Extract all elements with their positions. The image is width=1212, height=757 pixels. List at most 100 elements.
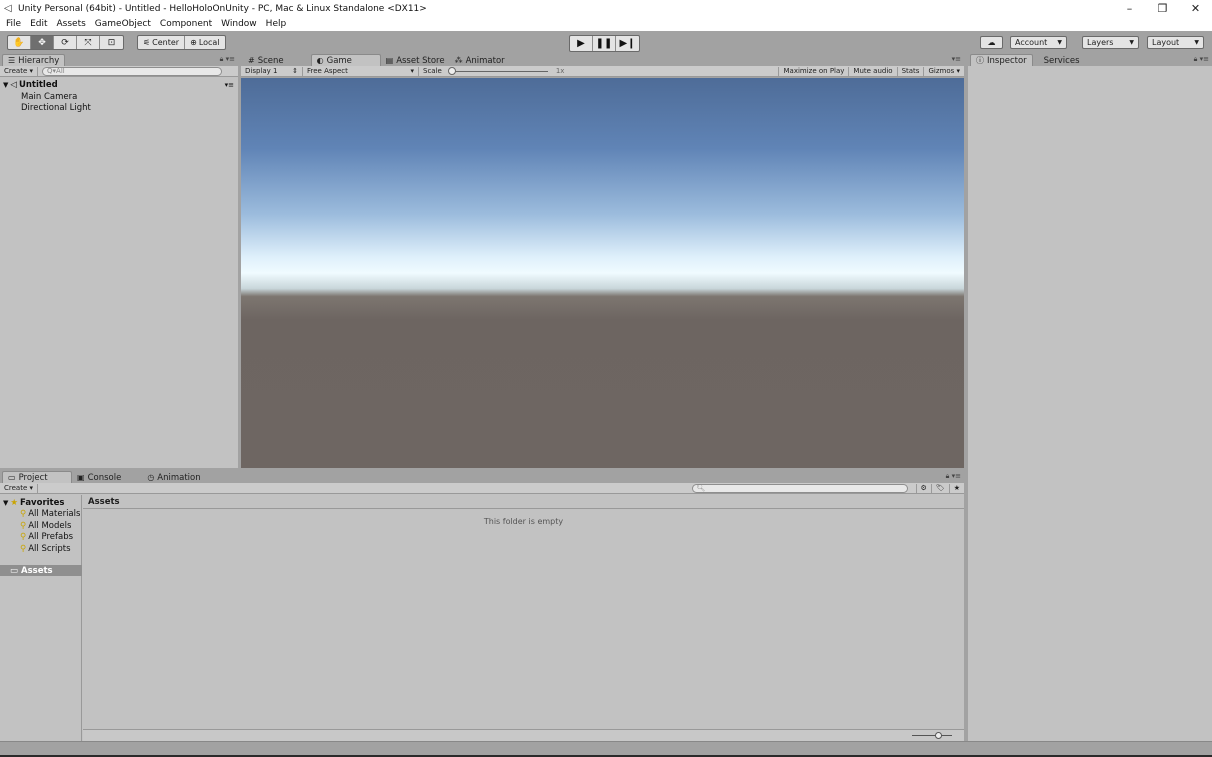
scene-menu-icon[interactable]: ▾≡ xyxy=(225,81,234,89)
tab-project[interactable]: ▭ Project xyxy=(2,471,72,483)
menu-assets[interactable]: Assets xyxy=(57,19,86,29)
display-dropdown[interactable]: Display 1 ⇕ xyxy=(241,66,303,76)
menu-component[interactable]: Component xyxy=(160,19,212,29)
expand-arrow-icon[interactable]: ▼ xyxy=(3,81,8,89)
maximize-on-play-toggle[interactable]: Maximize on Play xyxy=(778,66,850,76)
tab-services[interactable]: Services xyxy=(1039,55,1085,66)
panel-menu-icon[interactable]: 🔒︎ ▾≡ xyxy=(1194,55,1209,64)
hand-tool-icon[interactable]: ✋ xyxy=(8,36,31,49)
animator-icon: ⁂ xyxy=(454,56,463,65)
game-viewport[interactable] xyxy=(241,78,964,468)
menu-help[interactable]: Help xyxy=(266,19,287,29)
console-icon: ▣ xyxy=(77,473,85,482)
aspect-label: Free Aspect xyxy=(307,67,348,75)
layers-dropdown[interactable]: Layers ▼ xyxy=(1082,36,1139,49)
project-panel: ▭ Project ▣ Console ◷ Animation 🔒︎ ▾≡ Creat… xyxy=(0,471,964,741)
scale-tool-icon[interactable]: ⤧ xyxy=(77,36,100,49)
tab-inspector-label: Inspector xyxy=(987,55,1027,66)
hierarchy-item-main-camera[interactable]: Main Camera xyxy=(21,91,77,102)
tab-asset-store-label: Asset Store xyxy=(396,55,445,66)
favorites-row[interactable]: ▼ ★ Favorites xyxy=(0,497,64,508)
transform-tools: ✋ ✥ ⟳ ⤧ ⊡ xyxy=(7,35,124,50)
tab-asset-store[interactable]: ▤ Asset Store xyxy=(381,55,450,66)
step-button[interactable]: ▶❙ xyxy=(616,36,639,51)
icon-size-thumb[interactable] xyxy=(935,732,942,739)
rect-tool-icon[interactable]: ⊡ xyxy=(100,36,123,49)
tab-animation-label: Animation xyxy=(157,472,201,483)
mute-audio-toggle[interactable]: Mute audio xyxy=(849,66,898,76)
layout-label: Layout xyxy=(1152,38,1180,47)
folder-icon: ▭ xyxy=(10,565,19,576)
slider-track xyxy=(449,70,548,72)
minimize-button[interactable]: – xyxy=(1113,0,1146,17)
favorite-label: All Materials xyxy=(28,508,81,519)
tab-project-label: Project xyxy=(18,472,48,483)
account-dropdown[interactable]: Account ▼ xyxy=(1010,36,1067,49)
favorite-item[interactable]: ⚲ All Prefabs xyxy=(20,531,73,542)
rotate-tool-icon[interactable]: ⟳ xyxy=(54,36,77,49)
pivot-local-button[interactable]: ⊕ Local xyxy=(185,36,224,49)
menu-file[interactable]: File xyxy=(6,19,21,29)
tab-console[interactable]: ▣ Console xyxy=(72,472,126,483)
menu-edit[interactable]: Edit xyxy=(30,19,47,29)
gizmos-dropdown[interactable]: Gizmos ▾ xyxy=(924,67,964,76)
assets-root-row[interactable]: ▭ Assets xyxy=(0,565,82,576)
search-icon: ⚲ xyxy=(20,520,27,531)
menu-window[interactable]: Window xyxy=(221,19,257,29)
slider-thumb[interactable] xyxy=(447,66,456,75)
stats-toggle[interactable]: Stats xyxy=(898,66,925,76)
tab-scene[interactable]: # Scene xyxy=(243,55,289,66)
scale-label: Scale xyxy=(423,67,442,75)
panel-menu-icon[interactable]: 🔒︎ ▾≡ xyxy=(220,55,235,64)
panel-menu-icon[interactable]: ▾≡ xyxy=(952,55,961,63)
close-button[interactable]: ✕ xyxy=(1179,0,1212,17)
scale-slider[interactable] xyxy=(446,66,552,76)
unity-scene-icon: ◁ xyxy=(10,79,17,90)
tab-animator[interactable]: ⁂ Animator xyxy=(450,55,510,66)
menu-gameobject[interactable]: GameObject xyxy=(95,19,151,29)
dropdown-arrow-icon: ▾ xyxy=(410,67,414,75)
cloud-icon[interactable]: ☁ xyxy=(980,36,1003,49)
pacman-icon: ◐ xyxy=(316,56,324,65)
favorite-item[interactable]: ⚲ All Models xyxy=(20,520,71,531)
hierarchy-item-directional-light[interactable]: Directional Light xyxy=(21,102,91,113)
globe-icon: ⊕ xyxy=(190,38,197,47)
favorite-item[interactable]: ⚲ All Scripts xyxy=(20,543,71,554)
tab-console-label: Console xyxy=(87,472,122,483)
tab-hierarchy[interactable]: ☰ Hierarchy xyxy=(2,54,66,66)
tab-animation[interactable]: ◷ Animation xyxy=(142,472,205,483)
project-search-input[interactable]: 🔍︎ xyxy=(691,483,908,493)
pivot-center-button[interactable]: ⚟ Center xyxy=(138,36,186,49)
pause-button[interactable]: ❚❚ xyxy=(593,36,616,51)
scale-value: 1x xyxy=(555,67,565,75)
assets-root-label: Assets xyxy=(21,565,53,576)
favorite-item[interactable]: ⚲ All Materials xyxy=(20,508,80,519)
filter-type-icon[interactable]: ⚙ xyxy=(915,483,932,493)
breadcrumb[interactable]: Assets xyxy=(83,495,964,509)
project-tree: ▼ ★ Favorites ⚲ All Materials ⚲ All Models… xyxy=(0,495,82,741)
tab-game[interactable]: ◐ Game xyxy=(310,54,381,66)
pivot-local-label: Local xyxy=(198,38,220,47)
window-title: Unity Personal (64bit) - Untitled - Hell… xyxy=(18,3,427,14)
hierarchy-create-button[interactable]: Create ▾ xyxy=(0,66,39,76)
project-create-button[interactable]: Create ▾ xyxy=(0,483,39,493)
aspect-dropdown[interactable]: Free Aspect ▾ xyxy=(303,66,419,76)
tab-inspector[interactable]: ⓘ Inspector xyxy=(970,54,1033,66)
filter-label-icon[interactable]: 🏷︎ xyxy=(932,483,950,493)
search-icon: 🔍︎ xyxy=(696,484,706,492)
scene-row[interactable]: ▼ ◁ Untitled ▾≡ xyxy=(0,79,238,90)
restore-button[interactable]: ❐ xyxy=(1146,0,1179,17)
center-tabstrip: # Scene ◐ Game ▤ Asset Store ⁂ Animator ▾≡ xyxy=(241,54,964,66)
icon-size-slider[interactable] xyxy=(912,735,952,736)
play-button[interactable]: ▶ xyxy=(570,36,593,51)
favorite-star-icon[interactable]: ★ xyxy=(950,484,964,493)
move-tool-icon[interactable]: ✥ xyxy=(31,36,54,49)
search-icon: ⚲ xyxy=(20,531,27,542)
folder-icon: ▭ xyxy=(8,473,16,482)
create-label: Create xyxy=(4,484,28,492)
dropdown-arrow-icon: ▼ xyxy=(1129,39,1134,46)
panel-menu-icon[interactable]: 🔒︎ ▾≡ xyxy=(946,472,961,481)
hierarchy-search-input[interactable]: Q▾All xyxy=(42,66,223,76)
expand-arrow-icon[interactable]: ▼ xyxy=(3,499,8,507)
layout-dropdown[interactable]: Layout ▼ xyxy=(1147,36,1204,49)
